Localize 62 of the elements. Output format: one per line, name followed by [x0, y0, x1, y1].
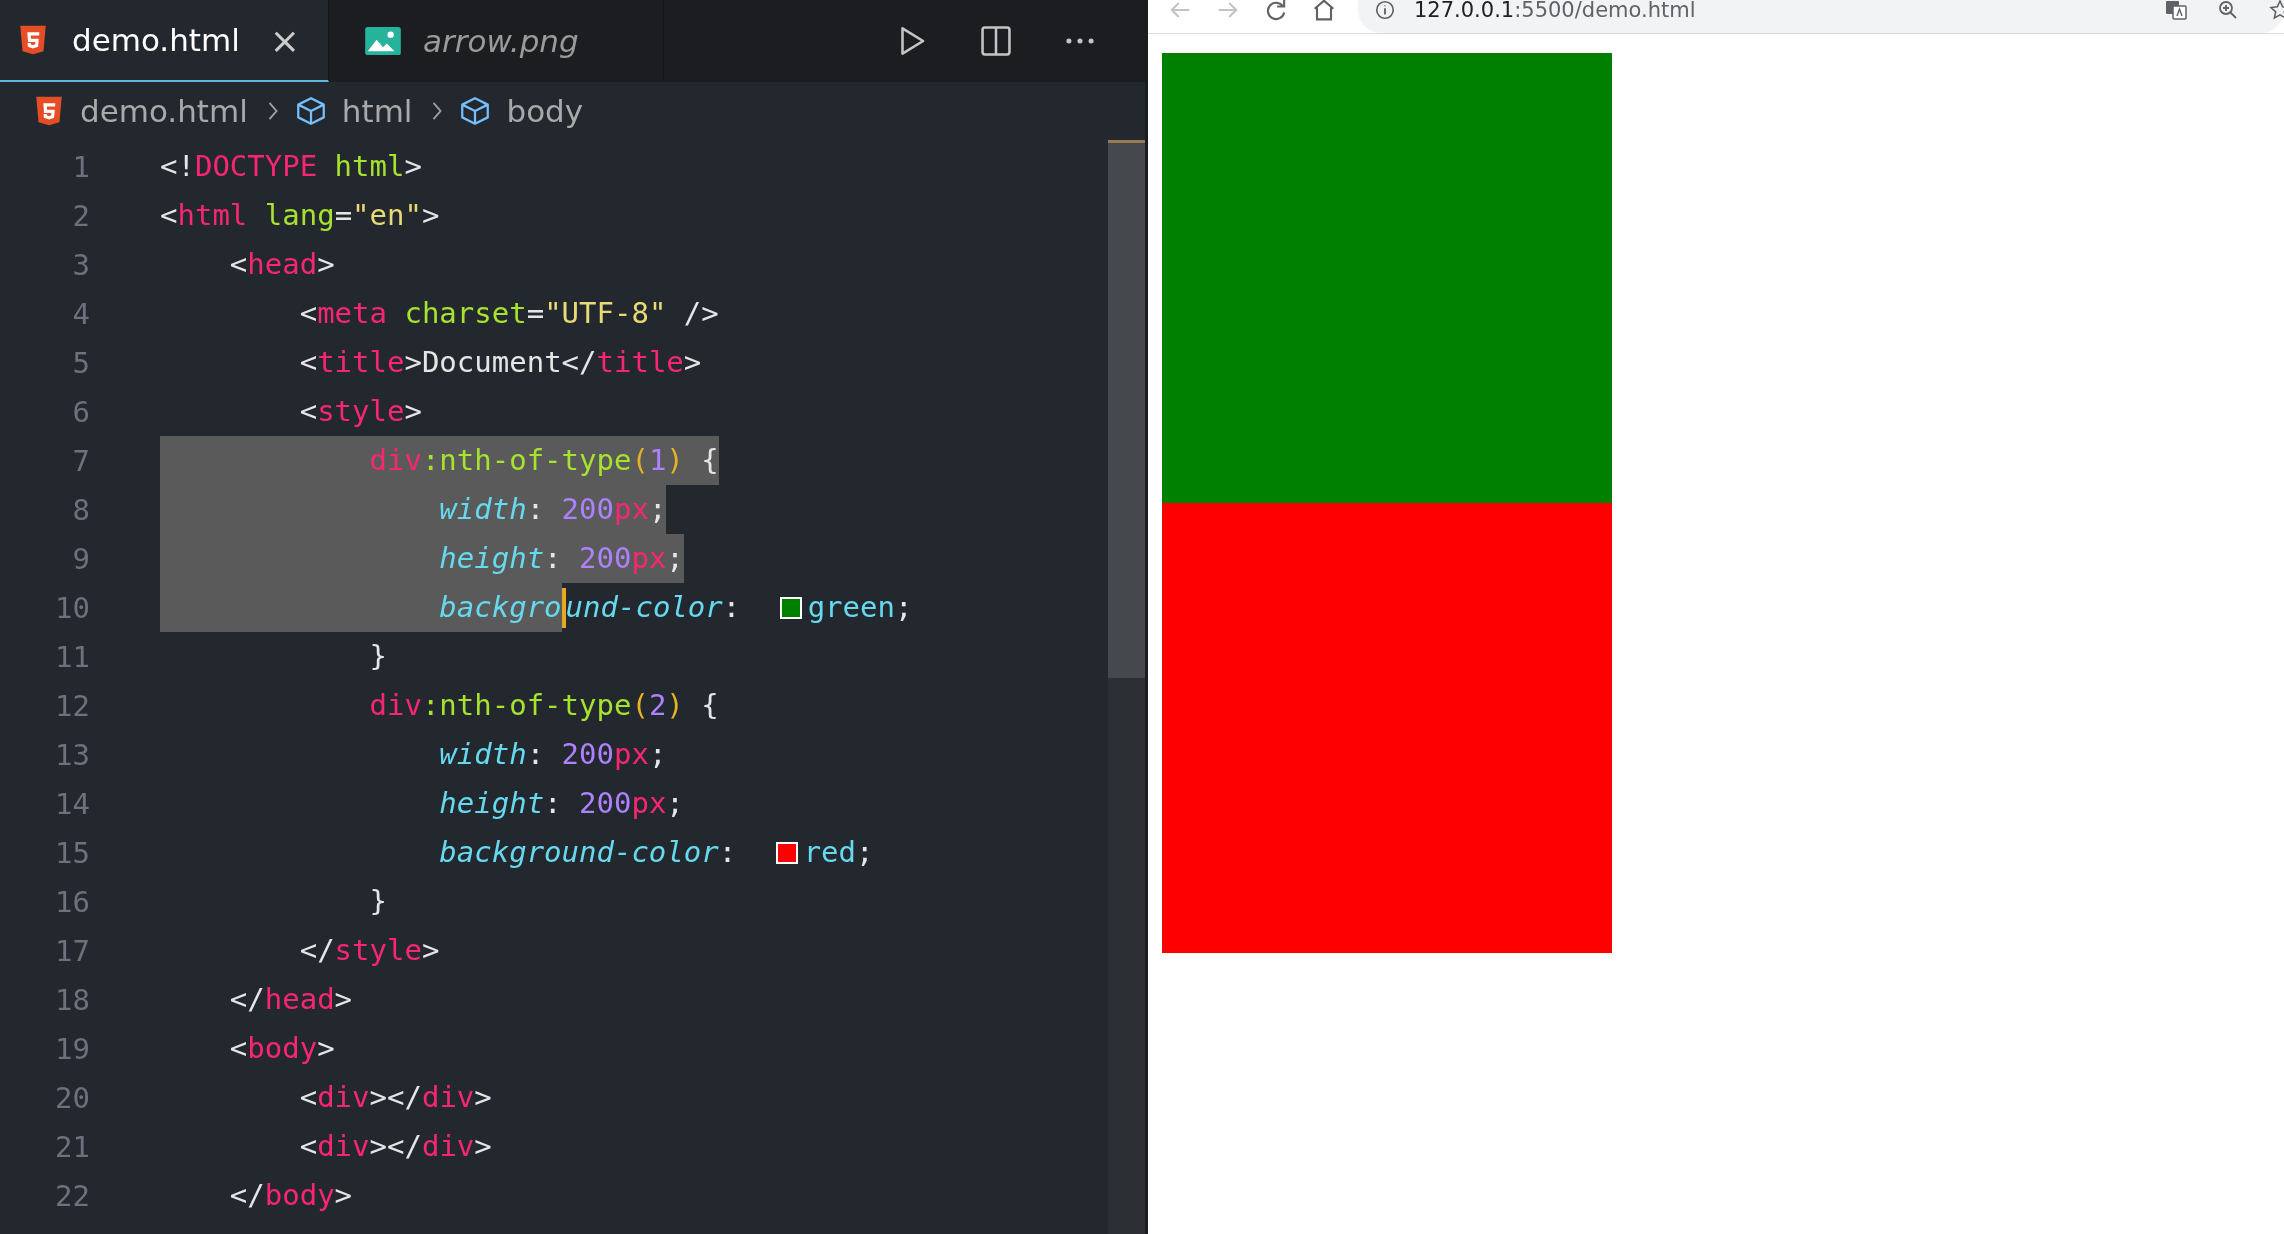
info-icon[interactable]	[1374, 0, 1396, 21]
color-swatch[interactable]	[779, 596, 802, 619]
code-text: und-color:	[565, 589, 742, 626]
line-number: 18	[54, 982, 90, 1017]
code-text: width: 200px;	[160, 485, 667, 534]
line-number: 2	[71, 198, 90, 233]
address-bar[interactable]: 127.0.0.1:5500/demo.html	[1358, 0, 2284, 33]
image-icon	[365, 27, 401, 55]
code-text: height: 200px;	[160, 534, 684, 583]
breadcrumb-item[interactable]: demo.html	[80, 93, 248, 129]
text-cursor	[561, 587, 566, 628]
code-text: <body>	[228, 1030, 335, 1067]
line-number: 9	[71, 541, 90, 576]
line-number: 8	[71, 492, 90, 527]
code-text: <meta charset="UTF-8" />	[298, 295, 719, 332]
line-number: 1	[71, 149, 90, 184]
code-text: <div></div>	[298, 1128, 492, 1165]
code-text: background-color:	[438, 834, 738, 871]
code-text: green;	[807, 589, 913, 626]
line-number: 19	[54, 1031, 90, 1066]
line-number: 16	[54, 884, 90, 919]
code-text: </body>	[228, 1177, 353, 1214]
line-number: 11	[54, 639, 90, 674]
code-text: div:nth-of-type(1) {	[160, 436, 719, 485]
code-text: }	[368, 638, 387, 675]
editor-tab[interactable]: demo.html ×	[0, 0, 329, 82]
code-text: <style>	[298, 393, 422, 430]
scrollbar-thumb[interactable]	[1108, 140, 1145, 678]
code-text: </head>	[228, 981, 353, 1018]
line-number: 14	[54, 786, 90, 821]
code-text: backgro	[160, 583, 562, 632]
line-number: 21	[54, 1129, 90, 1164]
code-text: <div></div>	[298, 1079, 492, 1116]
code-text: }	[368, 883, 387, 920]
code-text: width: 200px;	[438, 736, 667, 773]
code-text: <!DOCTYPE html>	[160, 148, 422, 185]
editor-tab[interactable]: arrow.png	[329, 0, 664, 82]
line-number: 13	[54, 737, 90, 772]
translate-icon[interactable]	[2164, 0, 2188, 22]
line-number: 4	[71, 296, 90, 331]
url-host: 127.0.0.1	[1414, 0, 1515, 22]
line-number: 10	[54, 590, 90, 625]
line-number: 6	[71, 394, 90, 429]
breadcrumb-item[interactable]: html	[341, 93, 413, 129]
url-path: :5500/demo.html	[1514, 0, 1696, 22]
code-text: </style>	[298, 932, 440, 969]
line-number: 15	[54, 835, 90, 870]
line-number: 22	[54, 1178, 90, 1213]
code-text: <title>Document</title>	[298, 344, 702, 381]
code-text: <html lang="en">	[160, 197, 440, 234]
code-text: height: 200px;	[438, 785, 684, 822]
line-number: 12	[54, 688, 90, 723]
code-text: div:nth-of-type(2) {	[368, 687, 719, 724]
line-number: 20	[54, 1080, 90, 1115]
line-number: 5	[71, 345, 90, 380]
line-number: 3	[71, 247, 90, 282]
code-text: <head>	[228, 246, 335, 283]
line-number: 7	[71, 443, 90, 478]
line-number: 17	[54, 933, 90, 968]
code-text: red;	[803, 834, 874, 871]
color-swatch[interactable]	[775, 841, 798, 864]
breadcrumb-item[interactable]: body	[506, 93, 584, 129]
